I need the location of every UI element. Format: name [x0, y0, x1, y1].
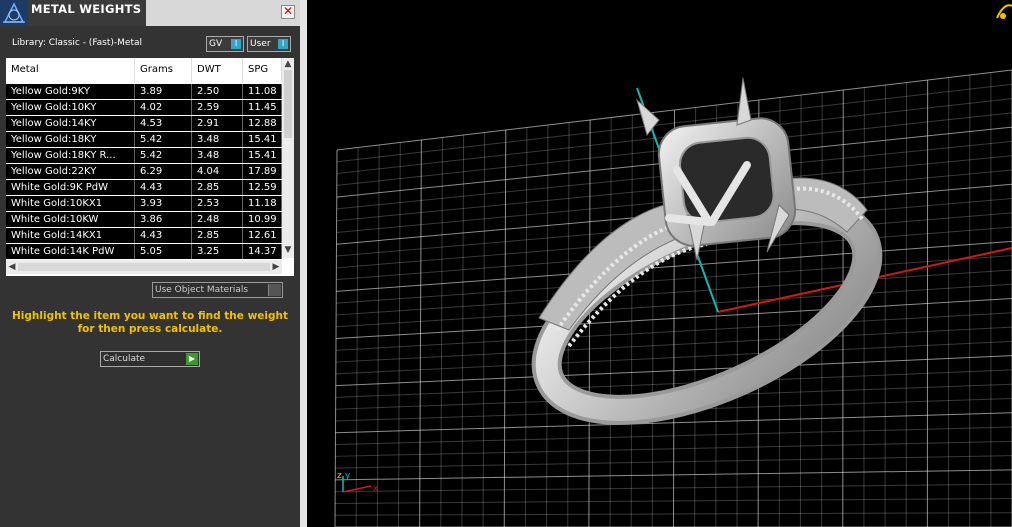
spg-cell: 12.59	[243, 180, 282, 195]
dwt-cell: 3.48	[192, 132, 243, 147]
grams-cell: 4.53	[135, 116, 192, 131]
metal-cell: Yellow Gold:14KY	[6, 116, 135, 131]
metal-cell: Yellow Gold:9KY	[6, 84, 135, 99]
grams-cell: 4.43	[135, 180, 192, 195]
metal-cell: Yellow Gold:18KY	[6, 132, 135, 147]
table-row[interactable]: White Gold:14KX1 4.43 2.85 12.61	[6, 228, 282, 243]
grams-cell: 5.05	[135, 244, 192, 259]
scroll-up-icon[interactable]: ▲	[282, 58, 294, 70]
grams-cell: 3.89	[135, 84, 192, 99]
play-arrow-icon: ▶	[186, 353, 198, 365]
dwt-cell: 2.59	[192, 100, 243, 115]
column-header-metal[interactable]: Metal	[6, 58, 135, 82]
dwt-cell: 2.91	[192, 116, 243, 131]
grams-cell: 4.43	[135, 228, 192, 243]
gv-toggle[interactable]: GV I	[206, 36, 244, 52]
dwt-cell: 2.50	[192, 84, 243, 99]
app-logo-icon	[0, 0, 28, 26]
metal-cell: Yellow Gold:22KY	[6, 164, 135, 179]
view-cube-icon[interactable]	[996, 4, 1012, 19]
panel-splitter[interactable]	[300, 0, 307, 527]
use-object-materials-option[interactable]: Use Object Materials	[152, 282, 283, 298]
table-row[interactable]: Yellow Gold:18KY R... 5.42 3.48 15.41	[6, 148, 282, 163]
grams-cell: 4.02	[135, 100, 192, 115]
axis-gizmo: z y x	[337, 471, 379, 494]
spg-cell: 15.41	[243, 132, 282, 147]
spg-cell: 10.99	[243, 212, 282, 227]
user-knob-icon: I	[278, 39, 288, 49]
spg-cell: 12.88	[243, 116, 282, 131]
scroll-right-icon[interactable]: ▶	[270, 261, 282, 273]
gv-knob-icon: I	[231, 39, 241, 49]
user-label: User	[250, 39, 271, 49]
library-label: Library: Classic - (Fast)-Metal	[12, 38, 143, 48]
spg-cell: 12.61	[243, 228, 282, 243]
gizmo-y-label: y	[345, 471, 351, 481]
spg-cell: 11.45	[243, 100, 282, 115]
column-header-grams[interactable]: Grams	[135, 58, 192, 82]
use-object-materials-label: Use Object Materials	[155, 285, 249, 295]
grams-cell: 3.93	[135, 196, 192, 211]
metal-cell: White Gold:9K PdW	[6, 180, 135, 195]
dwt-cell: 4.04	[192, 164, 243, 179]
column-header-spg[interactable]: SPG	[243, 58, 282, 82]
metal-cell: White Gold:10KW	[6, 212, 135, 227]
metal-cell: White Gold:14KX1	[6, 228, 135, 243]
dwt-cell: 2.85	[192, 228, 243, 243]
dwt-cell: 3.48	[192, 148, 243, 163]
horizontal-scroll-thumb[interactable]	[18, 263, 270, 271]
grams-cell: 6.29	[135, 164, 192, 179]
table-row[interactable]: Yellow Gold:14KY 4.53 2.91 12.88	[6, 116, 282, 131]
dwt-cell: 2.85	[192, 180, 243, 195]
table-row[interactable]: Yellow Gold:9KY 3.89 2.50 11.08	[6, 84, 282, 99]
vertical-scroll-thumb[interactable]	[284, 70, 292, 138]
instruction-text: Highlight the item you want to find the …	[12, 310, 288, 335]
metal-cell: White Gold:10KX1	[6, 196, 135, 211]
metal-table: Metal Grams DWT SPG Yellow Gold:9KY 3.89 2…	[6, 58, 294, 276]
close-button[interactable]: ✕	[281, 5, 295, 19]
option-toggle-icon[interactable]	[268, 284, 281, 296]
grams-cell: 5.42	[135, 148, 192, 163]
dwt-cell: 3.25	[192, 244, 243, 259]
scroll-left-icon[interactable]: ◀	[6, 261, 18, 273]
spg-cell: 15.41	[243, 148, 282, 163]
spg-cell: 14.37	[243, 244, 282, 259]
calculate-button[interactable]: Calculate ▶	[100, 351, 200, 367]
spg-cell: 11.08	[243, 84, 282, 99]
3d-viewport[interactable]: z y x	[307, 0, 1012, 527]
table-row[interactable]: Yellow Gold:18KY 5.42 3.48 15.41	[6, 132, 282, 147]
metal-weights-panel: METAL WEIGHTS ✕ Library: Classic - (Fast…	[0, 0, 300, 527]
table-row[interactable]: White Gold:9K PdW 4.43 2.85 12.59	[6, 180, 282, 195]
table-row[interactable]: Yellow Gold:22KY 6.29 4.04 17.89	[6, 164, 282, 179]
table-row[interactable]: White Gold:14K PdW 5.05 3.25 14.37	[6, 244, 282, 259]
scroll-down-icon[interactable]: ▼	[282, 244, 294, 256]
metal-cell: White Gold:14K PdW	[6, 244, 135, 259]
gizmo-x-label: x	[373, 484, 379, 494]
table-vertical-scrollbar[interactable]: ▲ ▼	[282, 58, 294, 258]
panel-title: METAL WEIGHTS	[28, 0, 146, 26]
table-row[interactable]: White Gold:10KX1 3.93 2.53 11.18	[6, 196, 282, 211]
panel-titlebar: METAL WEIGHTS ✕	[0, 0, 300, 26]
dwt-cell: 2.53	[192, 196, 243, 211]
table-header: Metal Grams DWT SPG	[6, 58, 282, 82]
dwt-cell: 2.48	[192, 212, 243, 227]
table-row[interactable]: White Gold:10KW 3.86 2.48 10.99	[6, 212, 282, 227]
spg-cell: 17.89	[243, 164, 282, 179]
table-horizontal-scrollbar[interactable]: ◀ ▶	[6, 260, 282, 274]
grams-cell: 5.42	[135, 132, 192, 147]
spg-cell: 11.18	[243, 196, 282, 211]
gizmo-z-label: z	[337, 471, 342, 481]
metal-cell: Yellow Gold:10KY	[6, 100, 135, 115]
column-header-dwt[interactable]: DWT	[192, 58, 243, 82]
grams-cell: 3.86	[135, 212, 192, 227]
gv-label: GV	[209, 39, 223, 49]
table-row[interactable]: Yellow Gold:10KY 4.02 2.59 11.45	[6, 100, 282, 115]
user-toggle[interactable]: User I	[247, 36, 291, 52]
metal-cell: Yellow Gold:18KY R...	[6, 148, 135, 163]
calculate-label: Calculate	[103, 354, 146, 364]
